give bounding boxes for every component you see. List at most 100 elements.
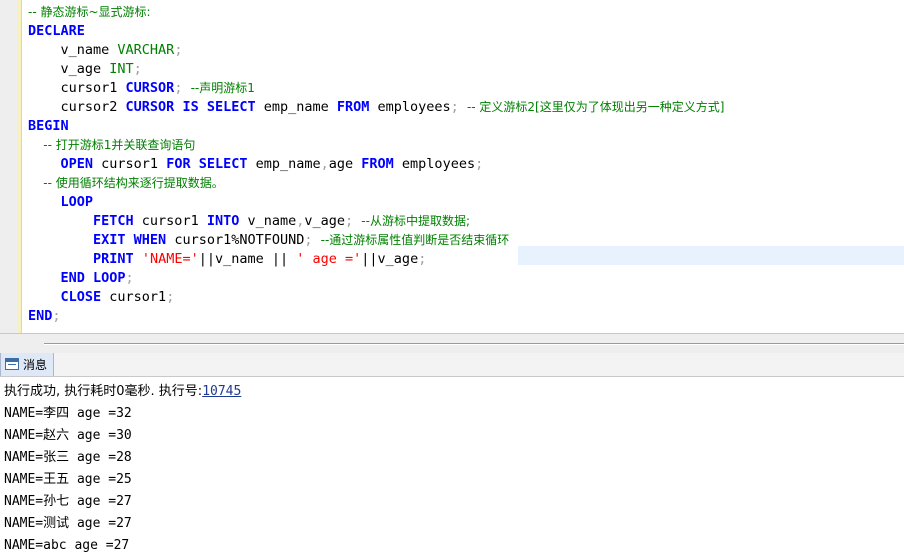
code-token: --通过游标属性值判断是否结束循环 bbox=[320, 233, 510, 247]
change-marker-stripe bbox=[17, 0, 21, 333]
code-token: FOR SELECT bbox=[166, 156, 248, 172]
code-token: ; bbox=[450, 99, 467, 115]
code-token: -- 使用循环结构来逐行提取数据。 bbox=[28, 176, 224, 190]
code-line[interactable]: LOOP bbox=[28, 193, 94, 212]
code-token: 'NAME=' bbox=[141, 251, 199, 267]
code-line[interactable]: v_age INT; bbox=[28, 60, 142, 79]
code-token: ; bbox=[475, 156, 484, 172]
code-line[interactable]: PRINT 'NAME='||v_name || ' age ='||v_age… bbox=[28, 250, 426, 269]
code-token: PRINT bbox=[93, 251, 134, 267]
code-token: BEGIN bbox=[28, 118, 69, 134]
code-token: VARCHAR bbox=[117, 42, 175, 58]
code-token: ; bbox=[345, 213, 362, 229]
code-token: ' age =' bbox=[296, 251, 362, 267]
code-line[interactable]: -- 静态游标~显式游标: bbox=[28, 3, 151, 22]
code-line[interactable]: FETCH cursor1 INTO v_name,v_age; --从游标中提… bbox=[28, 212, 470, 231]
code-line[interactable]: EXIT WHEN cursor1%NOTFOUND; --通过游标属性值判断是… bbox=[28, 231, 509, 250]
code-token: cursor1 bbox=[28, 80, 126, 96]
code-token: ; bbox=[52, 308, 61, 324]
code-token: -- 打开游标1并关联查询语句 bbox=[28, 138, 196, 152]
code-token: v_age bbox=[304, 213, 346, 229]
code-line[interactable]: OPEN cursor1 FOR SELECT emp_name,age FRO… bbox=[28, 155, 484, 174]
message-output: 执行成功, 执行耗时0毫秒. 执行号:10745 NAME=李四 age =32… bbox=[0, 377, 904, 556]
code-token: -- 定义游标2[这里仅为了体现出另一种定义方式] bbox=[466, 100, 725, 114]
output-row: NAME=赵六 age =30 bbox=[4, 428, 132, 443]
code-token: ||v_age bbox=[361, 251, 419, 267]
code-line[interactable]: cursor2 CURSOR IS SELECT emp_name FROM e… bbox=[28, 98, 725, 117]
result-tab-strip: 消息 bbox=[0, 353, 904, 377]
code-token: emp_name bbox=[247, 156, 321, 172]
code-token: cursor1%NOTFOUND bbox=[166, 232, 305, 248]
code-token: FETCH bbox=[93, 213, 134, 229]
output-row: NAME=abc age =27 bbox=[4, 538, 130, 553]
code-line[interactable]: BEGIN bbox=[28, 117, 69, 136]
code-token: ; bbox=[133, 61, 142, 77]
splitter-grip[interactable] bbox=[44, 343, 904, 345]
current-line-highlight bbox=[518, 246, 904, 265]
output-row: NAME=王五 age =25 bbox=[4, 472, 132, 487]
code-token: cursor2 bbox=[28, 99, 126, 115]
code-token: ||v_name || bbox=[198, 251, 297, 267]
code-token: CLOSE bbox=[60, 289, 102, 305]
code-token: v_name bbox=[239, 213, 297, 229]
output-row: NAME=李四 age =32 bbox=[4, 406, 132, 421]
execution-status: 执行成功, 执行耗时0毫秒. 执行号:10745 bbox=[4, 381, 241, 403]
output-row: NAME=张三 age =28 bbox=[4, 450, 132, 465]
code-token: age bbox=[328, 156, 362, 172]
code-token: CURSOR bbox=[125, 80, 175, 96]
tab-messages[interactable]: 消息 bbox=[0, 353, 54, 376]
sql-editor[interactable]: -- 静态游标~显式游标: DECLARE v_name VARCHAR; v_a… bbox=[0, 0, 904, 333]
code-token: v_age bbox=[28, 61, 110, 77]
code-token: FROM bbox=[361, 156, 394, 172]
code-token: FROM bbox=[336, 99, 370, 115]
code-token: v_name bbox=[28, 42, 118, 58]
code-token: EXIT WHEN bbox=[93, 232, 167, 248]
code-token: ; bbox=[304, 232, 321, 248]
code-token: DECLARE bbox=[28, 23, 85, 39]
code-line[interactable]: v_name VARCHAR; bbox=[28, 41, 183, 60]
output-row: NAME=孙七 age =27 bbox=[4, 494, 132, 509]
code-token: ; bbox=[174, 42, 183, 58]
code-token: cursor1 bbox=[101, 289, 167, 305]
execution-status-text: 执行成功, 执行耗时0毫秒. 执行号: bbox=[4, 384, 203, 399]
code-token: LOOP bbox=[60, 194, 94, 210]
code-token: INT bbox=[109, 61, 134, 77]
code-token: --从游标中提取数据; bbox=[361, 214, 471, 228]
code-line[interactable]: END LOOP; bbox=[28, 269, 134, 288]
message-icon bbox=[5, 358, 19, 370]
code-token: cursor1 bbox=[93, 156, 167, 172]
code-token: employees bbox=[369, 99, 451, 115]
code-line[interactable]: -- 打开游标1并关联查询语句 bbox=[28, 136, 195, 155]
code-token: CURSOR IS SELECT bbox=[125, 99, 256, 115]
code-token: OPEN bbox=[60, 156, 94, 172]
code-token: ; bbox=[166, 289, 175, 305]
code-token: --声明游标1 bbox=[190, 81, 255, 95]
code-token: -- 静态游标~显式游标: bbox=[28, 5, 151, 19]
code-line[interactable]: DECLARE bbox=[28, 22, 85, 41]
code-line[interactable]: cursor1 CURSOR; --声明游标1 bbox=[28, 79, 255, 98]
code-token: END bbox=[28, 308, 53, 324]
code-line[interactable]: CLOSE cursor1; bbox=[28, 288, 175, 307]
execution-id-link[interactable]: 10745 bbox=[202, 384, 241, 399]
code-line[interactable]: END; bbox=[28, 307, 61, 326]
code-token: ; bbox=[125, 270, 134, 286]
output-row: NAME=测试 age =27 bbox=[4, 516, 132, 531]
tab-messages-label: 消息 bbox=[23, 358, 48, 372]
pane-splitter[interactable] bbox=[0, 333, 904, 354]
code-line[interactable]: -- 使用循环结构来逐行提取数据。 bbox=[28, 174, 224, 193]
code-token: ; bbox=[174, 80, 191, 96]
code-token: ; bbox=[418, 251, 427, 267]
code-token: employees bbox=[393, 156, 476, 172]
code-token: , bbox=[320, 156, 329, 172]
code-token: emp_name bbox=[255, 99, 337, 115]
code-token: cursor1 bbox=[133, 213, 207, 229]
code-token: END LOOP bbox=[60, 270, 126, 286]
